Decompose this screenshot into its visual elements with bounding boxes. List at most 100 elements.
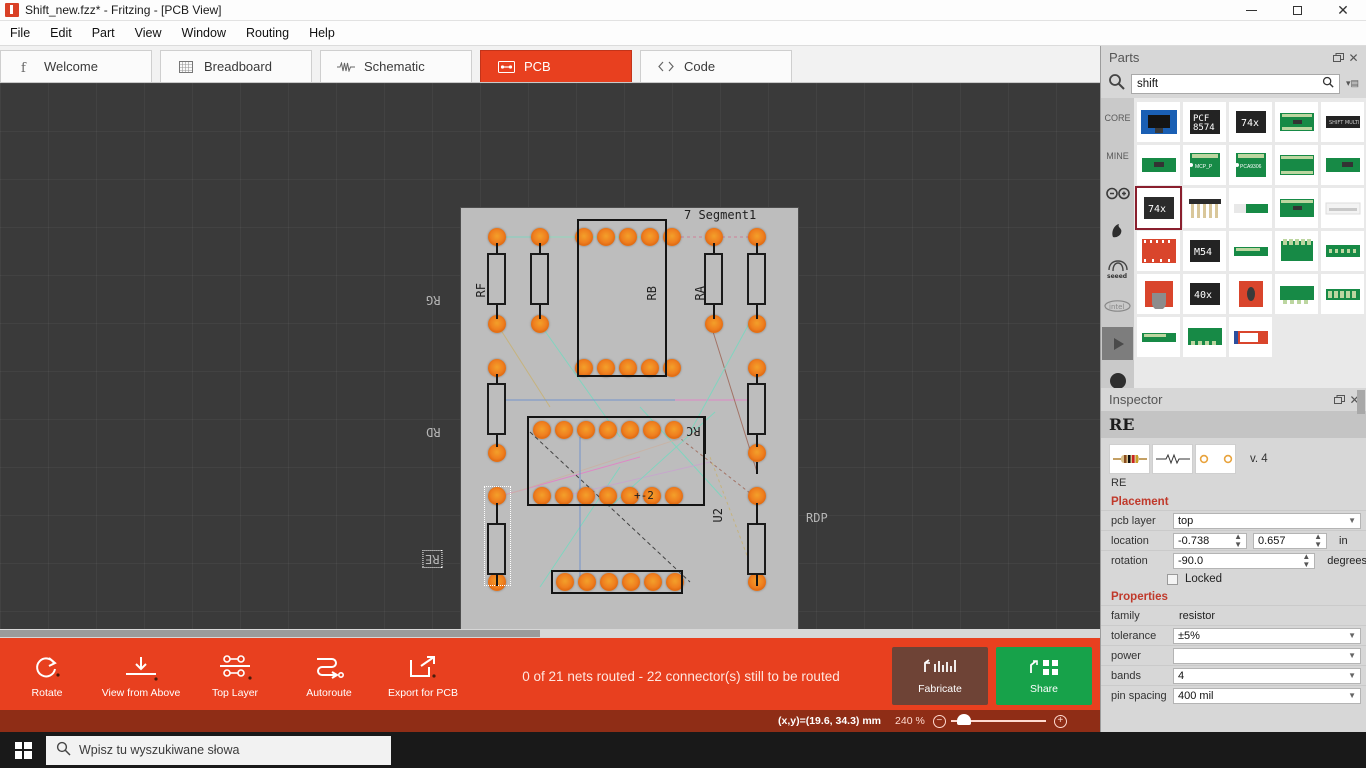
restore-icon[interactable]: [1274, 0, 1320, 21]
part-item[interactable]: [1137, 102, 1180, 142]
tab-schematic[interactable]: Schematic: [320, 50, 472, 82]
bin-mine[interactable]: MINE: [1102, 140, 1133, 173]
canvas-hscrollbar[interactable]: [0, 629, 1100, 638]
zoom-slider[interactable]: [950, 714, 1046, 725]
part-item[interactable]: PCF 8574: [1183, 102, 1226, 142]
tolerance-select[interactable]: ±5% ▼: [1173, 627, 1361, 644]
resistor-rf[interactable]: [530, 253, 549, 305]
zoom-out-icon[interactable]: −: [932, 714, 946, 728]
resistor-rdp[interactable]: [747, 523, 766, 575]
part-item[interactable]: [1229, 231, 1272, 271]
resistor-re-selected[interactable]: [487, 523, 506, 575]
part-item[interactable]: [1229, 188, 1272, 228]
float-window-icon[interactable]: [1331, 50, 1346, 65]
windows-start-icon[interactable]: [0, 732, 46, 768]
label-re[interactable]: RE: [421, 550, 443, 568]
part-item[interactable]: [1183, 317, 1226, 357]
menu-file[interactable]: File: [0, 23, 40, 43]
part-item[interactable]: [1229, 317, 1272, 357]
taskbar-search-input[interactable]: Wpisz tu wyszukiwane słowa: [46, 735, 391, 765]
search-input[interactable]: shift: [1131, 73, 1340, 94]
part-item[interactable]: SHIFT MULTI: [1321, 102, 1364, 142]
resistor-rd[interactable]: [487, 383, 506, 435]
part-item[interactable]: [1275, 231, 1318, 271]
pcb-canvas[interactable]: fritzing: [0, 83, 1100, 638]
menu-routing[interactable]: Routing: [236, 23, 299, 43]
locked-row[interactable]: Locked: [1101, 570, 1366, 588]
pin-spacing-select[interactable]: 400 mil ▼: [1173, 687, 1361, 704]
menu-edit[interactable]: Edit: [40, 23, 82, 43]
part-item[interactable]: [1321, 188, 1364, 228]
menu-view[interactable]: View: [125, 23, 172, 43]
part-item[interactable]: [1275, 102, 1318, 142]
pcb-layer-select[interactable]: top ▼: [1173, 512, 1361, 529]
seeed-icon[interactable]: seeed: [1102, 252, 1133, 285]
part-item[interactable]: [1137, 274, 1180, 314]
minimize-icon[interactable]: [1228, 0, 1274, 21]
part-item[interactable]: [1229, 274, 1272, 314]
part-item[interactable]: [1321, 231, 1364, 271]
search-submit-icon[interactable]: [1322, 76, 1334, 91]
resistor-schematic-icon[interactable]: [1152, 444, 1193, 474]
share-button[interactable]: Share: [996, 647, 1092, 705]
rotate-button[interactable]: Rotate: [0, 638, 94, 714]
part-item[interactable]: M54: [1183, 231, 1226, 271]
part-item[interactable]: MCP_P: [1183, 145, 1226, 185]
zoom-slider-thumb[interactable]: [956, 714, 971, 725]
sparkfun-icon[interactable]: [1102, 215, 1133, 248]
part-item[interactable]: PCA9306: [1229, 145, 1272, 185]
resistor-breadboard-icon[interactable]: [1109, 444, 1150, 474]
part-item[interactable]: [1275, 145, 1318, 185]
resistor-pcb-icon[interactable]: [1195, 444, 1236, 474]
chip-u2-outline[interactable]: [527, 416, 705, 506]
part-item[interactable]: [1275, 274, 1318, 314]
top-layer-button[interactable]: Top Layer: [188, 638, 282, 714]
tab-code[interactable]: Code: [640, 50, 792, 82]
tab-welcome[interactable]: f Welcome: [0, 50, 152, 82]
fabricate-button[interactable]: Fabricate: [892, 647, 988, 705]
resistor-rg[interactable]: [487, 253, 506, 305]
resistor-rb[interactable]: [747, 253, 766, 305]
export-for-pcb-button[interactable]: Export for PCB: [376, 638, 470, 714]
tab-breadboard[interactable]: Breadboard: [160, 50, 312, 82]
view-from-above-button[interactable]: View from Above: [94, 638, 188, 714]
tab-pcb[interactable]: PCB: [480, 50, 632, 82]
part-item[interactable]: 40x: [1183, 274, 1226, 314]
bin-core[interactable]: CORE: [1102, 102, 1133, 135]
menu-window[interactable]: Window: [172, 23, 236, 43]
part-item[interactable]: [1137, 231, 1180, 271]
part-item[interactable]: 74x: [1229, 102, 1272, 142]
part-item[interactable]: [1321, 145, 1364, 185]
close-icon[interactable]: ✕: [1320, 0, 1366, 21]
locked-checkbox[interactable]: [1167, 573, 1178, 585]
autoroute-button[interactable]: Autoroute: [282, 638, 376, 714]
location-y-input[interactable]: 0.657 ▲ ▼: [1253, 532, 1327, 549]
power-select[interactable]: ▼: [1173, 647, 1361, 664]
menu-help[interactable]: Help: [299, 23, 345, 43]
location-x-input[interactable]: -0.738 ▲ ▼: [1173, 532, 1247, 549]
part-item[interactable]: [1275, 188, 1318, 228]
part-item-selected[interactable]: 74x: [1135, 186, 1182, 230]
intel-icon[interactable]: intel: [1102, 290, 1133, 323]
rotation-input[interactable]: -90.0 ▲ ▼: [1173, 552, 1316, 569]
close-icon[interactable]: ✕: [1346, 50, 1361, 65]
part-item[interactable]: [1183, 188, 1226, 228]
stepper-icon[interactable]: ▲ ▼: [1234, 533, 1242, 548]
header-outline[interactable]: [551, 570, 683, 594]
part-item[interactable]: [1137, 317, 1180, 357]
arduino-icon[interactable]: [1102, 177, 1133, 210]
stepper-icon[interactable]: ▲ ▼: [1302, 553, 1310, 568]
play-icon[interactable]: [1102, 327, 1133, 360]
zoom-in-icon[interactable]: +: [1053, 714, 1067, 728]
stepper-icon[interactable]: ▲ ▼: [1314, 533, 1322, 548]
resistor-rc[interactable]: [747, 383, 766, 435]
bands-select[interactable]: 4 ▼: [1173, 667, 1361, 684]
hscrollbar-thumb[interactable]: [0, 630, 540, 637]
parts-grid[interactable]: PCF 8574 74x SHIFT MULTI MCP_P PCA9306 74…: [1134, 98, 1366, 435]
search-options-icon[interactable]: ▾▤: [1346, 78, 1359, 89]
menu-part[interactable]: Part: [82, 23, 125, 43]
part-item[interactable]: [1137, 145, 1180, 185]
float-window-icon[interactable]: [1332, 392, 1347, 407]
inspector-scrollbar-thumb[interactable]: [1357, 390, 1365, 414]
part-item[interactable]: [1321, 274, 1364, 314]
